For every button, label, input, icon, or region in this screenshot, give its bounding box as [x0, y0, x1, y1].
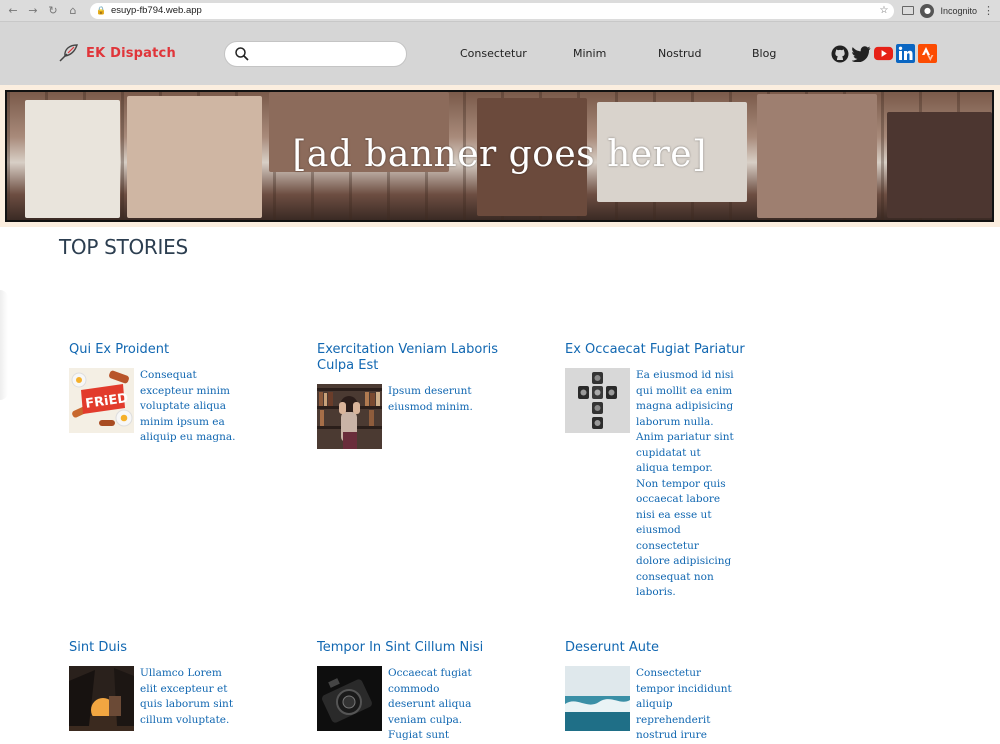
twitter-icon[interactable]	[852, 44, 871, 63]
forward-icon[interactable]: →	[26, 4, 40, 18]
library-person-image[interactable]	[317, 384, 382, 449]
story-card[interactable]: Ex Occaecat Fugiat Pariatur Ea eiusmod i…	[565, 342, 745, 601]
bookmark-star-icon[interactable]: ☆	[880, 5, 889, 16]
browser-menu-icon[interactable]: ⋮	[983, 4, 994, 17]
story-title[interactable]: Qui Ex Proident	[69, 342, 249, 358]
story-excerpt: Ea eiusmod id nisi qui mollit ea enim ma…	[636, 369, 734, 598]
camera-dark-image[interactable]	[317, 666, 382, 731]
cast-icon[interactable]	[902, 6, 915, 15]
nav-item-consectetur[interactable]: Consectetur	[460, 47, 527, 60]
youtube-icon[interactable]	[874, 44, 893, 63]
nav-item-nostrud[interactable]: Nostrud	[658, 47, 701, 60]
story-card[interactable]: Qui Ex Proident FRiED Consequat excepteu…	[69, 342, 249, 446]
site-header: EK Dispatch Consectetur Minim Nostrud Bl…	[0, 22, 1000, 85]
story-title[interactable]: Tempor In Sint Cillum Nisi	[317, 640, 497, 656]
ad-banner-area: [ad banner goes here]	[0, 85, 1000, 227]
sunset-tent-image[interactable]	[69, 666, 134, 731]
strava-icon[interactable]	[918, 44, 937, 63]
section-title: TOP STORIES	[59, 235, 188, 259]
reload-icon[interactable]: ↻	[46, 4, 60, 18]
address-bar[interactable]: 🔒 esuyp-fb794.web.app ☆	[90, 2, 895, 19]
nav-item-minim[interactable]: Minim	[573, 47, 606, 60]
fried-food-image[interactable]: FRiED	[69, 368, 134, 433]
story-card[interactable]: Exercitation Veniam Laboris Culpa Est Ip…	[317, 342, 507, 449]
linkedin-icon[interactable]	[896, 44, 915, 63]
story-card[interactable]: Deserunt Aute Consectetur tempor incidid…	[565, 640, 745, 744]
page-edge-shadow	[0, 290, 8, 400]
url-text: esuyp-fb794.web.app	[110, 5, 202, 16]
story-excerpt: Consequat excepteur minim voluptate aliq…	[140, 369, 236, 443]
ocean-wave-image[interactable]	[565, 666, 630, 731]
github-icon[interactable]	[830, 44, 849, 63]
home-icon[interactable]: ⌂	[66, 4, 80, 18]
story-card[interactable]: Tempor In Sint Cillum Nisi Occaecat fugi…	[317, 640, 497, 744]
story-title[interactable]: Exercitation Veniam Laboris Culpa Est	[317, 342, 507, 374]
story-card[interactable]: Sint Duis Ullamco Lorem elit excepteur e…	[69, 640, 249, 731]
story-excerpt: Ullamco Lorem elit excepteur et quis lab…	[140, 667, 234, 726]
lock-icon: 🔒	[96, 6, 106, 15]
incognito-label: Incognito	[940, 5, 977, 16]
cameras-image[interactable]	[565, 368, 630, 433]
social-links	[830, 44, 937, 63]
story-excerpt: Consectetur tempor incididunt aliquip re…	[636, 667, 732, 741]
browser-toolbar: ← → ↻ ⌂ 🔒 esuyp-fb794.web.app ☆ ● Incogn…	[0, 0, 1000, 22]
back-icon[interactable]: ←	[6, 4, 20, 18]
ad-banner-text: [ad banner goes here]	[292, 134, 707, 175]
story-excerpt: Occaecat fugiat commodo deserunt aliqua …	[388, 667, 472, 741]
story-title[interactable]: Ex Occaecat Fugiat Pariatur	[565, 342, 745, 358]
ad-banner[interactable]: [ad banner goes here]	[5, 90, 994, 222]
incognito-icon[interactable]: ●	[920, 3, 935, 18]
story-excerpt: Ipsum deserunt eiusmod minim.	[388, 385, 473, 413]
nav-item-blog[interactable]: Blog	[752, 47, 776, 60]
story-title[interactable]: Deserunt Aute	[565, 640, 745, 656]
story-title[interactable]: Sint Duis	[69, 640, 249, 656]
